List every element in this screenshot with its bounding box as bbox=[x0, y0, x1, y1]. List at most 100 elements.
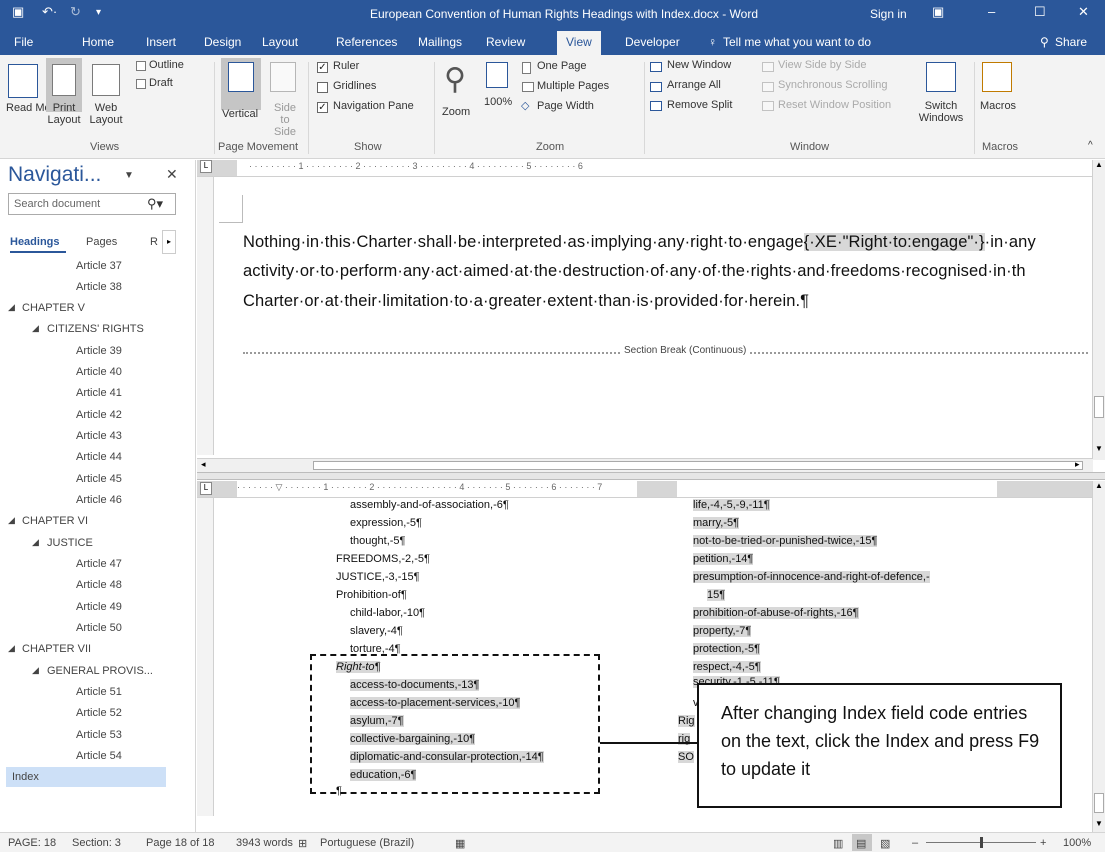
tab-mailings[interactable]: Mailings bbox=[418, 35, 462, 49]
tell-me-box[interactable]: Tell me what you want to do bbox=[723, 35, 871, 49]
split-bar[interactable] bbox=[197, 472, 1105, 480]
nav-item[interactable]: Article 51 bbox=[76, 686, 122, 698]
nav-tabs-scroll-icon[interactable]: ▸ bbox=[162, 230, 176, 254]
nav-item[interactable]: CHAPTER VII bbox=[22, 643, 91, 655]
xe-field-code[interactable]: {·XE·"Right·to:engage"·} bbox=[803, 233, 985, 251]
nav-item[interactable]: Article 50 bbox=[76, 622, 122, 634]
scroll-up-icon[interactable]: ▲ bbox=[1095, 481, 1103, 490]
vertical-scrollbar-bottom[interactable]: ▲ ▼ bbox=[1092, 481, 1105, 832]
print-layout-label[interactable]: Print Layout bbox=[46, 102, 82, 126]
tab-pages[interactable]: Pages bbox=[86, 236, 117, 248]
nav-item[interactable]: JUSTICE bbox=[47, 537, 93, 549]
nav-item[interactable]: Article 53 bbox=[76, 729, 122, 741]
minimize-icon[interactable]: – bbox=[988, 4, 995, 19]
read-mode-icon[interactable] bbox=[8, 64, 38, 98]
vertical-label[interactable]: Vertical bbox=[222, 108, 258, 120]
vertical-icon[interactable] bbox=[228, 62, 254, 92]
arrange-all-label[interactable]: Arrange All bbox=[667, 79, 721, 91]
side-to-side-label[interactable]: Side to Side bbox=[268, 102, 302, 138]
macros-icon[interactable] bbox=[982, 62, 1012, 92]
nav-item[interactable]: Article 38 bbox=[76, 281, 122, 293]
nav-item[interactable]: Article 44 bbox=[76, 451, 122, 463]
nav-options-chevron-icon[interactable]: ▼ bbox=[124, 170, 134, 181]
tab-headings[interactable]: Headings bbox=[10, 236, 60, 248]
proofing-icon[interactable]: ⊞ bbox=[298, 837, 307, 850]
nav-item[interactable]: Article 40 bbox=[76, 366, 122, 378]
navigation-pane-checkbox[interactable]: ✓ bbox=[317, 102, 328, 113]
collapse-ribbon-icon[interactable]: ^ bbox=[1088, 140, 1093, 151]
close-icon[interactable]: ✕ bbox=[1078, 4, 1089, 20]
arrange-all-icon[interactable] bbox=[650, 82, 662, 92]
save-icon[interactable]: ▣ bbox=[12, 4, 24, 20]
view-side-by-side-icon[interactable] bbox=[762, 62, 774, 72]
tab-results[interactable]: R bbox=[150, 236, 158, 248]
draft-icon[interactable] bbox=[136, 79, 146, 89]
horizontal-scrollbar-top[interactable]: ◂ ▸ bbox=[197, 458, 1093, 472]
tab-review[interactable]: Review bbox=[486, 35, 525, 49]
ruler-checkbox[interactable]: ✓ bbox=[317, 62, 328, 73]
horizontal-ruler-bottom[interactable]: · · · · · · · ▽ · · · · · · · 1 · · · · … bbox=[197, 481, 1093, 498]
status-language[interactable]: Portuguese (Brazil) bbox=[320, 837, 414, 849]
nav-item[interactable]: Article 43 bbox=[76, 430, 122, 442]
view-side-by-side-label[interactable]: View Side by Side bbox=[778, 59, 866, 71]
multiple-pages-label[interactable]: Multiple Pages bbox=[537, 80, 609, 92]
status-words[interactable]: 3943 words bbox=[236, 837, 293, 849]
ruler-label[interactable]: Ruler bbox=[333, 60, 359, 72]
tab-selector-icon[interactable]: L bbox=[200, 160, 212, 173]
share-button[interactable]: Share bbox=[1055, 35, 1087, 49]
collapse-triangle-icon[interactable]: ◢ bbox=[32, 665, 39, 676]
nav-item[interactable]: Article 47 bbox=[76, 558, 122, 570]
scroll-up-icon[interactable]: ▲ bbox=[1095, 160, 1103, 169]
ribbon-display-options-icon[interactable]: ▣ bbox=[932, 4, 944, 20]
search-icon[interactable]: ⚲▾ bbox=[147, 196, 163, 212]
nav-item[interactable]: Article 54 bbox=[76, 750, 122, 762]
navigation-pane-label[interactable]: Navigation Pane bbox=[333, 100, 414, 112]
web-layout-label[interactable]: Web Layout bbox=[86, 102, 126, 126]
web-layout-icon[interactable] bbox=[92, 64, 120, 96]
multiple-pages-icon[interactable] bbox=[522, 82, 534, 92]
horizontal-ruler-top[interactable]: · · · · · · · · · 1 · · · · · · · · · 2 … bbox=[197, 160, 1093, 177]
scroll-left-icon[interactable]: ◂ bbox=[201, 459, 206, 470]
status-section[interactable]: Section: 3 bbox=[72, 837, 121, 849]
nav-item[interactable]: Article 49 bbox=[76, 601, 122, 613]
status-zoom[interactable]: 100% bbox=[1063, 837, 1091, 849]
new-window-label[interactable]: New Window bbox=[667, 59, 731, 71]
collapse-triangle-icon[interactable]: ◢ bbox=[32, 323, 39, 334]
nav-item[interactable]: CHAPTER V bbox=[22, 302, 85, 314]
search-document-box[interactable]: Search document ⚲▾ bbox=[8, 193, 176, 215]
nav-item[interactable]: Article 39 bbox=[76, 345, 122, 357]
reset-window-position-icon[interactable] bbox=[762, 101, 774, 111]
page-width-icon[interactable]: ◇ bbox=[521, 99, 529, 112]
sign-in-link[interactable]: Sign in bbox=[870, 7, 907, 21]
one-page-label[interactable]: One Page bbox=[537, 60, 587, 72]
remove-split-label[interactable]: Remove Split bbox=[667, 99, 732, 111]
one-page-icon[interactable] bbox=[522, 62, 531, 74]
nav-item[interactable]: Article 48 bbox=[76, 579, 122, 591]
remove-split-icon[interactable] bbox=[650, 101, 662, 111]
tab-references[interactable]: References bbox=[336, 35, 397, 49]
scroll-down-icon[interactable]: ▼ bbox=[1095, 444, 1103, 453]
nav-item[interactable]: Article 52 bbox=[76, 707, 122, 719]
collapse-triangle-icon[interactable]: ◢ bbox=[8, 515, 15, 526]
undo-icon[interactable]: ↶· bbox=[42, 4, 57, 20]
nav-item-index[interactable]: Index bbox=[12, 771, 39, 783]
tell-me-icon[interactable]: ♀ bbox=[708, 35, 717, 49]
print-layout-view-icon[interactable]: ▤ bbox=[856, 837, 866, 850]
zoom-in-icon[interactable]: + bbox=[1040, 837, 1046, 849]
outline-label[interactable]: Outline bbox=[149, 59, 184, 71]
scroll-thumb[interactable] bbox=[1094, 396, 1104, 418]
macro-record-icon[interactable]: ▦ bbox=[455, 837, 465, 850]
web-layout-view-icon[interactable]: ▧ bbox=[880, 837, 890, 850]
nav-item[interactable]: Article 41 bbox=[76, 387, 122, 399]
switch-windows-icon[interactable] bbox=[926, 62, 956, 92]
status-page[interactable]: PAGE: 18 bbox=[8, 837, 56, 849]
scroll-thumb[interactable] bbox=[313, 461, 1083, 470]
synchronous-scrolling-label[interactable]: Synchronous Scrolling bbox=[778, 79, 887, 91]
zoom-out-icon[interactable]: – bbox=[912, 837, 918, 849]
new-window-icon[interactable] bbox=[650, 62, 662, 72]
maximize-icon[interactable]: ☐ bbox=[1034, 4, 1046, 20]
macros-label[interactable]: Macros bbox=[980, 100, 1016, 112]
nav-item[interactable]: Article 46 bbox=[76, 494, 122, 506]
status-page-of[interactable]: Page 18 of 18 bbox=[146, 837, 215, 849]
zoom-slider-thumb[interactable] bbox=[980, 837, 983, 848]
